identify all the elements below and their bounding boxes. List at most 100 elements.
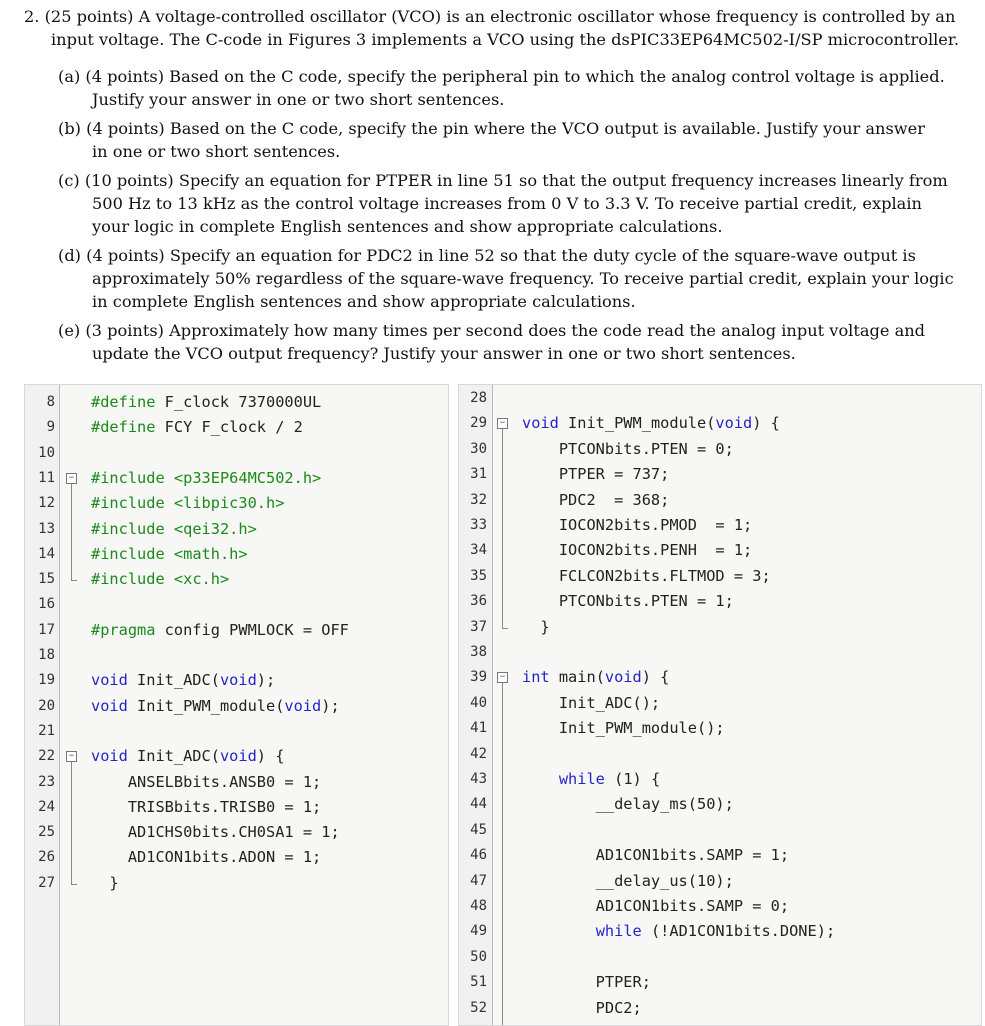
part-a-cont: Justify your answer in one or two short … xyxy=(92,90,505,109)
code-listing-left: 8 #define F_clock 7370000UL 9 #define FCY F… xyxy=(24,384,449,1026)
code-line: __delay_us(10); xyxy=(522,871,734,890)
question-header-cont: input voltage. The C-code in Figures 3 i… xyxy=(51,30,959,49)
code-listing-right: 28 29 void Init_PWM_module(void) {30 PTCON… xyxy=(458,384,982,1026)
code-line: __delay_ms(50); xyxy=(522,795,734,814)
code-line: void Init_ADC(void) { xyxy=(91,747,285,766)
line-number: 41 xyxy=(470,720,487,737)
line-number: 36 xyxy=(470,593,487,610)
code-line: PTPER = 737; xyxy=(522,465,670,484)
code-line: while (1) { xyxy=(558,770,661,788)
line-number: 9 xyxy=(46,419,55,436)
fold-toggle-icon[interactable]: − xyxy=(66,472,77,484)
line-number: 27 xyxy=(38,874,55,891)
line-number: 52 xyxy=(470,999,487,1016)
fold-guide xyxy=(71,762,72,884)
code-line: AD1CON1bits.SAMP = 0; xyxy=(522,897,790,915)
line-number: 19 xyxy=(38,672,55,689)
line-number: 33 xyxy=(470,517,487,533)
code-line: IOCON2bits.PENH = 1; xyxy=(522,541,753,560)
part-c-cont-1: 500 Hz to 13 kHz as the control voltage … xyxy=(92,194,922,213)
line-number: 28 xyxy=(470,390,487,406)
part-d: (d) (4 points) Specify an equation for P… xyxy=(58,246,916,265)
part-b-cont: in one or two short sentences. xyxy=(92,142,341,161)
line-number: 12 xyxy=(38,495,55,512)
line-number: 29 xyxy=(470,415,487,432)
line-number: 13 xyxy=(38,520,55,537)
line-number: 22 xyxy=(38,748,55,765)
line-number: 51 xyxy=(470,974,487,991)
line-number: 15 xyxy=(38,571,55,588)
code-line: void Init_PWM_module(void); xyxy=(91,696,340,715)
line-number: 10 xyxy=(38,444,55,461)
code-line: void Init_ADC(void); xyxy=(91,671,276,690)
code-line: #include <qei32.h> xyxy=(91,519,257,538)
line-number: 37 xyxy=(470,618,487,635)
code-line: #pragma config PWMLOCK = OFF xyxy=(91,620,349,639)
fold-guide xyxy=(502,429,503,628)
line-number: 48 xyxy=(470,898,487,914)
line-number: 25 xyxy=(38,824,55,841)
fold-guide-end xyxy=(502,627,508,629)
part-a: (a) (4 points) Based on the C code, spec… xyxy=(58,67,945,86)
line-number: 20 xyxy=(38,697,55,714)
code-line: FCLCON2bits.FLTMOD = 3; xyxy=(522,566,771,585)
code-line: #include <p33EP64MC502.h> xyxy=(91,468,322,487)
line-number: 8 xyxy=(46,394,55,410)
code-line: #define F_clock 7370000UL xyxy=(91,393,322,411)
code-line: Init_PWM_module(); xyxy=(522,719,725,738)
part-e-cont: update the VCO output frequency? Justify… xyxy=(92,344,796,363)
line-number: 21 xyxy=(38,722,55,739)
code-line: #define FCY F_clock / 2 xyxy=(91,418,303,437)
fold-guide-end xyxy=(71,883,77,885)
line-number: 39 xyxy=(470,669,487,686)
code-line: Init_ADC(); xyxy=(522,693,661,712)
line-number: 44 xyxy=(470,796,487,813)
code-line: void Init_PWM_module(void) { xyxy=(522,414,780,433)
line-number: 11 xyxy=(38,469,55,486)
code-line: PTPER; xyxy=(522,973,651,992)
line-number: 14 xyxy=(38,545,55,562)
code-line: IOCON2bits.PMOD = 1; xyxy=(522,516,753,534)
line-number: 16 xyxy=(38,596,55,613)
code-line: PDC2; xyxy=(522,998,642,1017)
part-d-cont-1: approximately 50% regardless of the squa… xyxy=(92,269,954,288)
code-line: AD1CON1bits.SAMP = 1; xyxy=(522,846,790,865)
line-number: 38 xyxy=(470,644,487,660)
line-number: 47 xyxy=(470,872,487,889)
line-number: 24 xyxy=(38,798,55,815)
part-c: (c) (10 points) Specify an equation for … xyxy=(58,171,948,190)
code-line: AD1CON1bits.ADON = 1; xyxy=(91,848,322,867)
line-number: 45 xyxy=(470,821,487,838)
line-number: 23 xyxy=(38,773,55,790)
fold-toggle-icon[interactable]: − xyxy=(66,751,77,763)
question-header: 2. (25 points) A voltage-controlled osci… xyxy=(24,7,956,26)
line-number: 35 xyxy=(470,567,487,584)
fold-guide xyxy=(502,683,503,1025)
fold-guide-end xyxy=(71,580,77,582)
part-c-cont-2: your logic in complete English sentences… xyxy=(92,217,723,236)
code-line: while (!AD1CON1bits.DONE); xyxy=(595,922,836,941)
code-line: #include <libpic30.h> xyxy=(91,494,285,513)
line-number: 50 xyxy=(470,948,487,965)
fold-guide xyxy=(71,483,72,581)
line-number: 32 xyxy=(470,491,487,508)
fold-toggle-icon[interactable]: − xyxy=(497,672,508,684)
code-line: PDC2 = 368; xyxy=(522,490,670,509)
code-line: PTCONbits.PTEN = 1; xyxy=(522,592,734,611)
part-e: (e) (3 points) Approximately how many ti… xyxy=(58,321,926,340)
line-number: 42 xyxy=(470,745,487,762)
line-number: 49 xyxy=(470,923,487,940)
part-d-cont-2: in complete English sentences and show a… xyxy=(92,292,636,311)
code-line: } xyxy=(522,617,550,636)
code-line: ANSELBbits.ANSB0 = 1; xyxy=(91,772,322,791)
code-line: PTCONbits.PTEN = 0; xyxy=(522,439,734,458)
line-number: 43 xyxy=(470,771,487,787)
line-number: 26 xyxy=(38,849,55,866)
fold-toggle-icon[interactable]: − xyxy=(497,418,508,430)
line-number: 18 xyxy=(38,647,55,663)
code-line: TRISBbits.TRISB0 = 1; xyxy=(91,797,322,816)
code-line: int main(void) { xyxy=(522,668,670,687)
line-number: 46 xyxy=(470,847,487,864)
code-line: AD1CHS0bits.CH0SA1 = 1; xyxy=(91,823,340,842)
line-number: 31 xyxy=(470,466,487,483)
